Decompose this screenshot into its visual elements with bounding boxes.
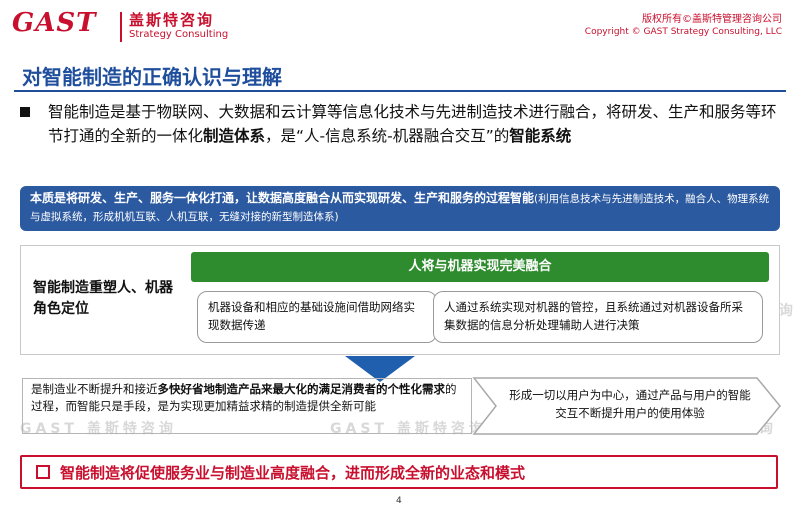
manufacturing-process-box: 是制造业不断提升和接近多快好省地制造产品来最大化的满足消费者的个性化需求的过程，… [22,378,472,434]
intro-bold-intelligent-system: 智能系统 [509,127,572,145]
logo-name-cn: 盖斯特咨询 [129,11,215,29]
hollow-square-icon [36,465,50,479]
intro-paragraph: 智能制造是基于物联网、大数据和云计算等信息化技术与先进制造技术进行融合，将研发、… [20,100,788,148]
role-label: 智能制造重塑人、机器角色定位 [33,280,173,317]
title-divider [14,90,786,92]
process-text-bold: 多快好省地制造产品来最大化的满足消费者的个性化需求 [157,382,446,396]
machine-role-card: 机器设备和相应的基础设施间借助网络实现数据传递 [197,291,437,343]
page-header: GAST 盖斯特咨询 Strategy Consulting 版权所有©盖斯特管… [0,0,800,52]
conclusion-box: 智能制造将促使服务业与制造业高度融合，进而形成全新的业态和模式 [20,455,778,489]
conclusion-text: 智能制造将促使服务业与制造业高度融合，进而形成全新的业态和模式 [60,464,526,482]
copyright-cn: 版权所有©盖斯特管理咨询公司 [642,14,782,25]
gast-logo: GAST 盖斯特咨询 Strategy Consulting [12,8,252,44]
bullet-square-icon [20,107,30,117]
essence-banner: 本质是将研发、生产、服务一体化打通，让数据高度融合从而实现研发、生产和服务的过程… [20,186,780,231]
logo-divider [120,12,122,42]
process-text-a: 是制造业不断提升和接近 [31,382,158,396]
logo-mark: GAST [12,8,97,38]
logo-name-en: Strategy Consulting [129,29,229,40]
human-role-card: 人通过系统实现对机器的管控，且系统通过对机器设备所采集数据的信息分析处理辅助人进… [433,291,763,343]
intro-text-part2: ，是“人-信息系统-机器融合交互”的 [265,127,510,145]
human-machine-fusion-bar: 人将与机器实现完美融合 [191,252,769,282]
essence-main: 本质是将研发、生产、服务一体化打通，让数据高度融合从而实现研发、生产和服务的过程… [30,191,535,205]
role-redefinition-panel: 智能制造重塑人、机器角色定位 人将与机器实现完美融合 机器设备和相应的基础设施间… [20,245,780,355]
intro-text: 智能制造是基于物联网、大数据和云计算等信息化技术与先进制造技术进行融合，将研发、… [48,100,788,148]
page-title: 对智能制造的正确认识与理解 [22,65,282,89]
page-number: 4 [396,496,402,506]
intro-bold-manufacturing-system: 制造体系 [203,127,266,145]
copyright-en: Copyright © GAST Strategy Consulting, LL… [584,27,782,37]
user-centric-text: 形成一切以用户为中心，通过产品与用户的智能交互不断提升用户的使用体验 [509,388,751,420]
